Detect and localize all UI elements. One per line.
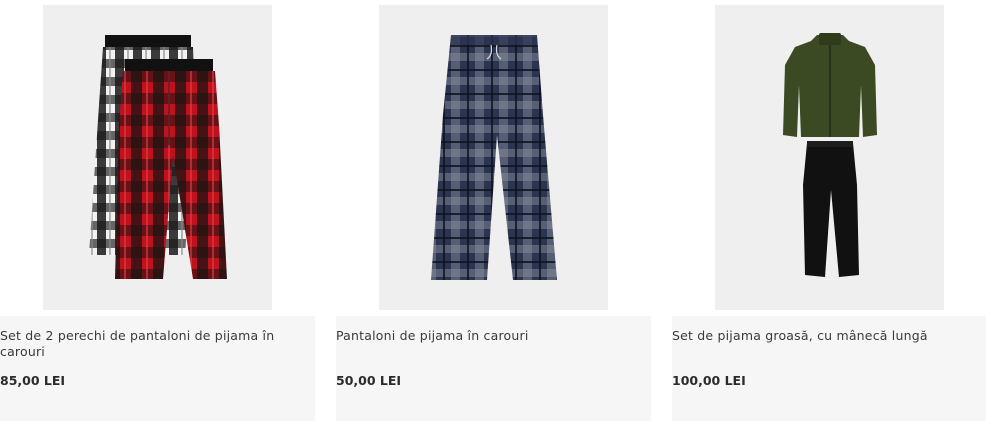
product-price: 85,00 LEI xyxy=(0,373,66,388)
product-info: Set de pijama groasă, cu mânecă lungă 10… xyxy=(672,316,986,421)
product-image[interactable] xyxy=(715,5,944,310)
product-image[interactable] xyxy=(43,5,272,310)
plaid-pants-set-image xyxy=(89,35,227,279)
product-name[interactable]: Set de 2 perechi de pantaloni de pijama … xyxy=(0,328,309,360)
navy-plaid-pants-image xyxy=(431,35,557,280)
product-info: Pantaloni de pijama în carouri 50,00 LEI xyxy=(336,316,651,421)
product-price: 100,00 LEI xyxy=(672,373,746,388)
product-card[interactable]: Set de 2 perechi de pantaloni de pijama … xyxy=(0,0,315,421)
product-name[interactable]: Pantaloni de pijama în carouri xyxy=(336,328,645,344)
product-name[interactable]: Set de pijama groasă, cu mânecă lungă xyxy=(672,328,980,344)
product-image[interactable] xyxy=(379,5,608,310)
product-price: 50,00 LEI xyxy=(336,373,402,388)
product-card[interactable]: Set de pijama groasă, cu mânecă lungă 10… xyxy=(672,0,986,421)
fleece-pajama-set-image xyxy=(783,33,877,277)
product-card[interactable]: Pantaloni de pijama în carouri 50,00 LEI xyxy=(336,0,651,421)
product-info: Set de 2 perechi de pantaloni de pijama … xyxy=(0,316,315,421)
